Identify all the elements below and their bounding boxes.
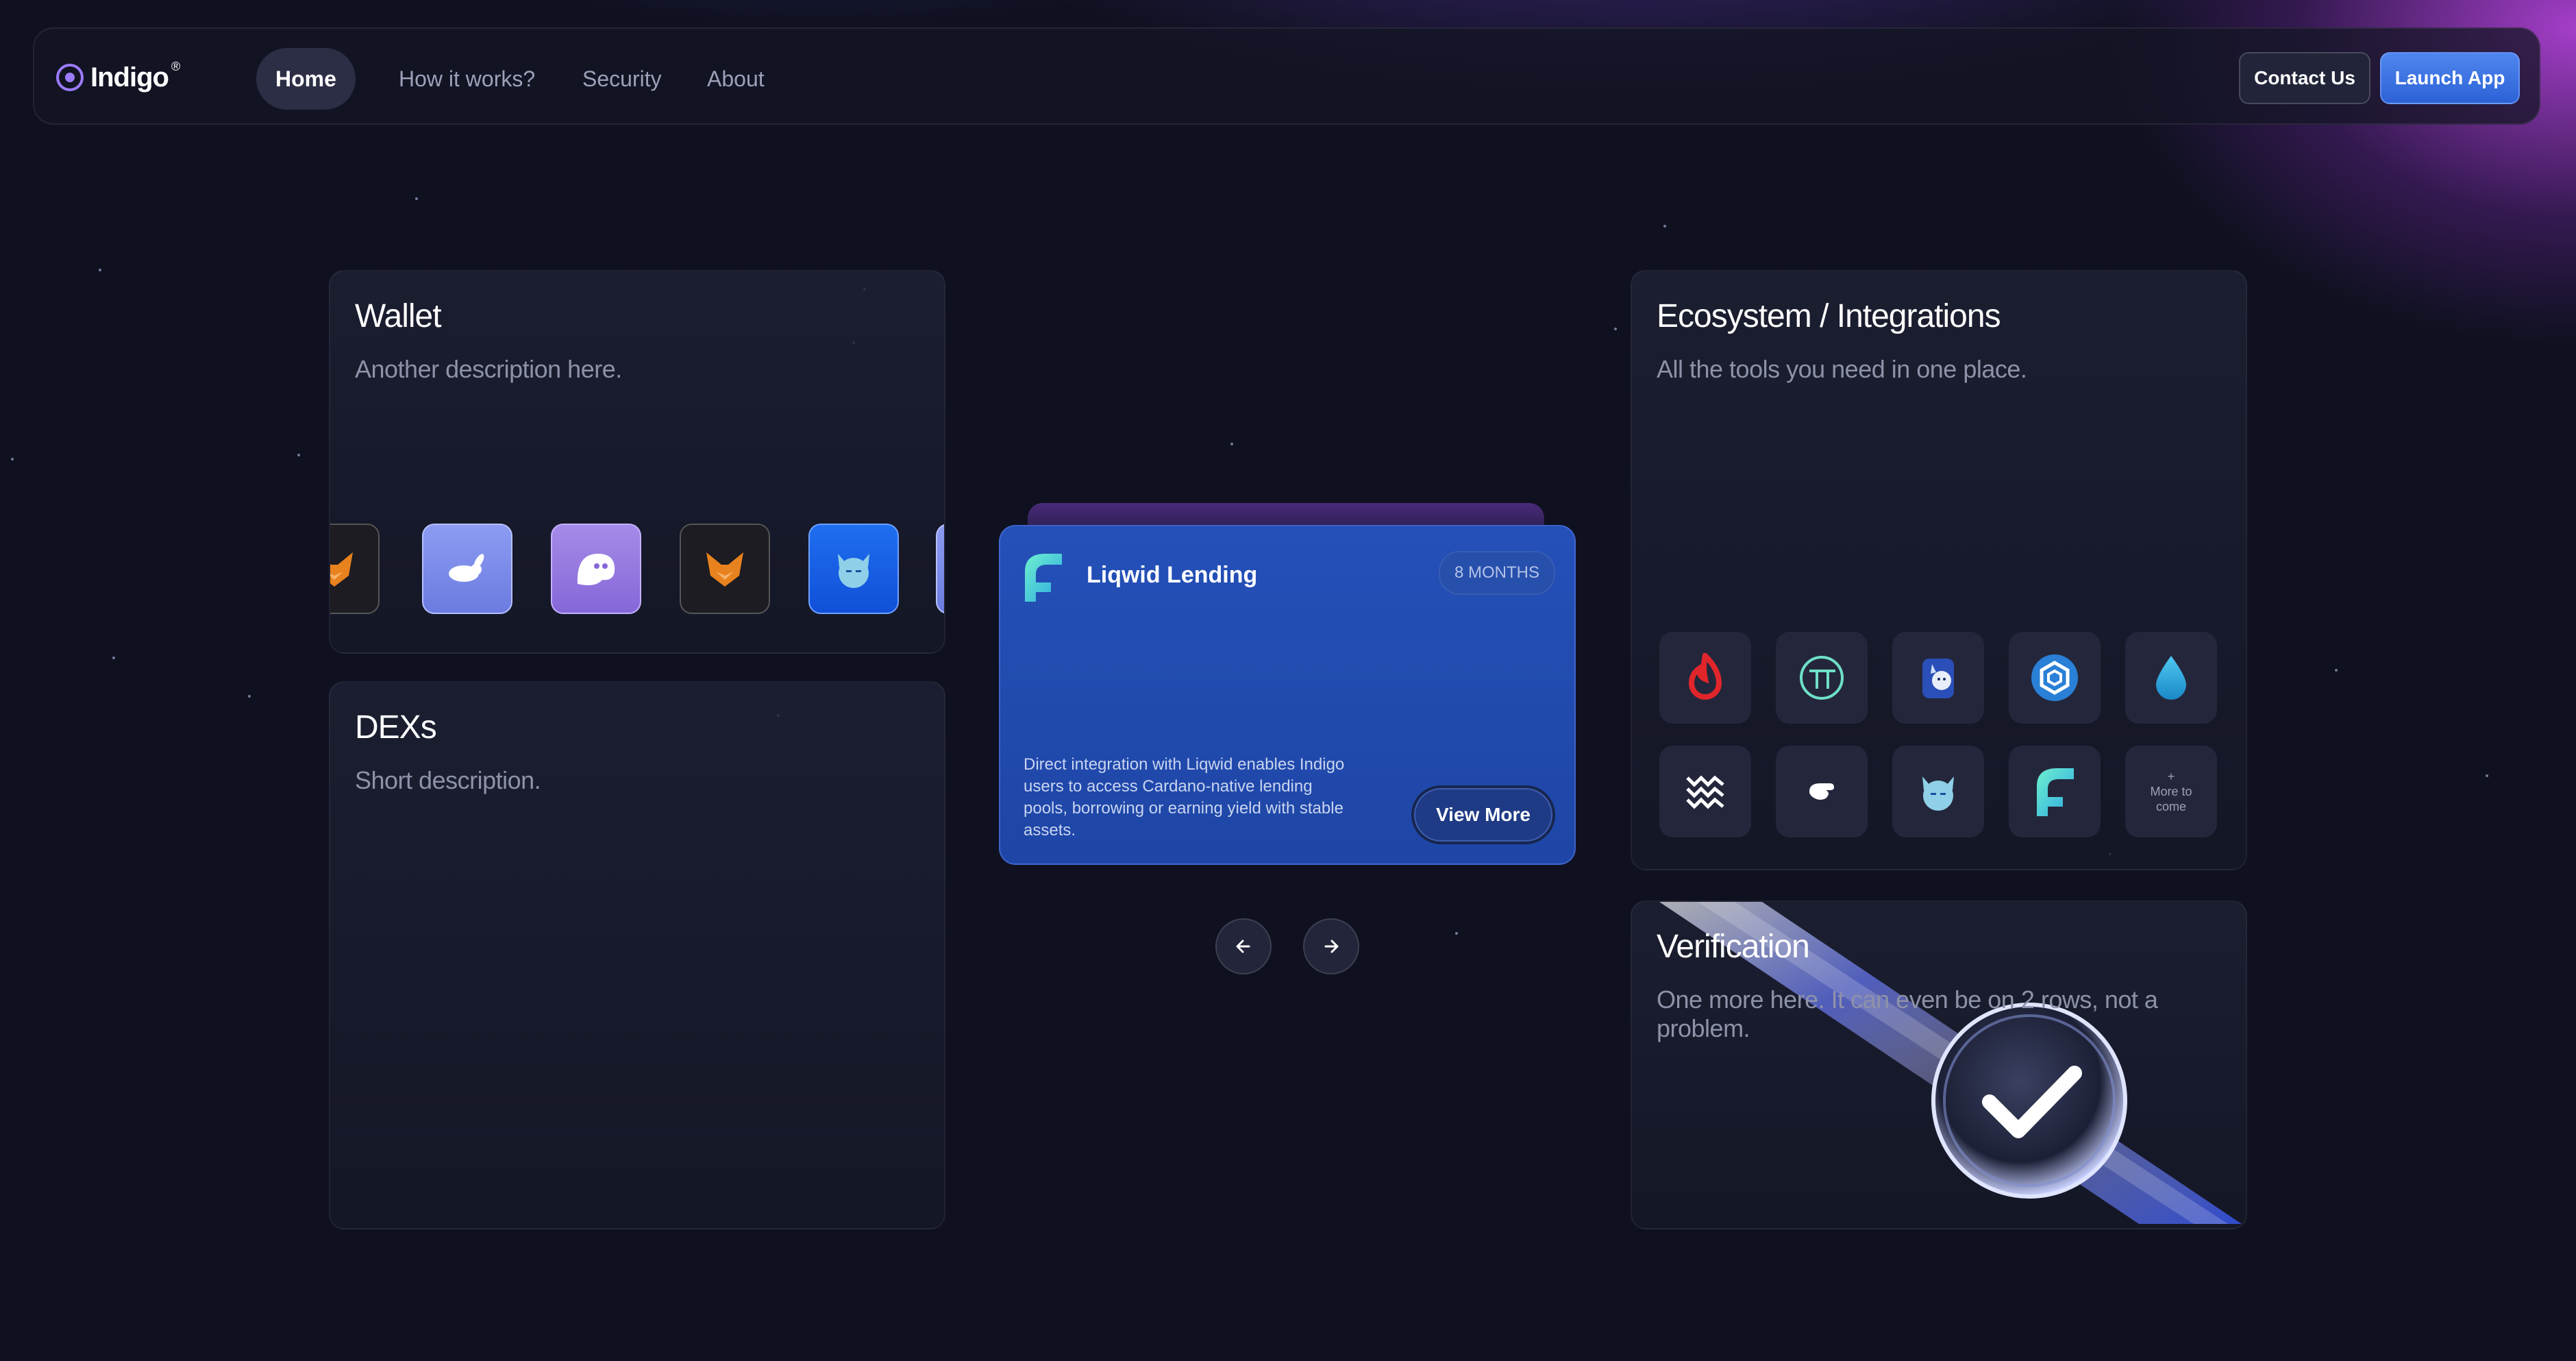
hexagon-icon bbox=[2031, 654, 2078, 701]
star bbox=[112, 657, 115, 659]
cat-icon bbox=[838, 554, 869, 588]
duration-badge: 8 MONTHS bbox=[1439, 551, 1555, 595]
contact-us-button[interactable]: Contact Us bbox=[2239, 52, 2370, 104]
nav-about[interactable]: About bbox=[707, 48, 765, 110]
verification-title: Verification bbox=[1657, 929, 1810, 965]
star bbox=[2486, 774, 2488, 777]
verification-description: One more here. It can even be on 2 rows,… bbox=[1657, 985, 2158, 1042]
liqwid-description: Direct integration with Liqwid enables I… bbox=[1024, 755, 1345, 839]
eco-tile[interactable] bbox=[2125, 632, 2217, 724]
carousel-next-button[interactable] bbox=[1303, 918, 1359, 974]
ghost-icon bbox=[577, 554, 615, 585]
dexs-card: DEXs Short description. bbox=[329, 681, 945, 1229]
cat-icon bbox=[1922, 776, 1954, 811]
star bbox=[99, 269, 101, 271]
hand-icon bbox=[1809, 783, 1834, 800]
dexs-title: DEXs bbox=[355, 709, 437, 746]
tt-icon bbox=[1800, 656, 1844, 700]
dog-icon bbox=[1922, 659, 1954, 698]
ecosystem-card: Ecosystem / Integrations All the tools y… bbox=[1631, 270, 2247, 870]
eco-tile[interactable] bbox=[1892, 746, 1984, 837]
carousel-prev-button[interactable] bbox=[1215, 918, 1272, 974]
wallet-tile[interactable] bbox=[330, 524, 380, 614]
star bbox=[297, 454, 300, 456]
star bbox=[248, 695, 251, 698]
waves-icon bbox=[1686, 775, 1724, 809]
fox-icon bbox=[330, 552, 353, 587]
star bbox=[1663, 225, 1666, 228]
eco-tile[interactable] bbox=[1892, 632, 1984, 724]
arrow-right-icon bbox=[1324, 940, 1339, 953]
drop-icon bbox=[2156, 656, 2186, 700]
wallet-description: Another description here. bbox=[355, 355, 622, 383]
more-to-come-label: More to come bbox=[2150, 785, 2192, 813]
wallet-title: Wallet bbox=[355, 298, 442, 334]
wallet-tile[interactable] bbox=[422, 524, 512, 614]
ecosystem-description: All the tools you need in one place. bbox=[1657, 355, 2027, 383]
star bbox=[11, 458, 14, 461]
ecosystem-title: Ecosystem / Integrations bbox=[1657, 298, 2001, 334]
logo-registered-mark: ® bbox=[171, 59, 181, 73]
liqwid-title: Liqwid Lending bbox=[1087, 562, 1258, 588]
flame-icon bbox=[1688, 653, 1722, 700]
top-nav: Indigo ® Home How it works? Security Abo… bbox=[33, 27, 2540, 125]
launch-app-button[interactable]: Launch App bbox=[2380, 52, 2520, 104]
wallet-tile[interactable] bbox=[680, 524, 770, 614]
wallet-tile[interactable] bbox=[808, 524, 899, 614]
star bbox=[1455, 932, 1458, 935]
rabbit-icon bbox=[449, 554, 484, 582]
eco-tile[interactable] bbox=[1659, 632, 1751, 724]
nav-how-it-works[interactable]: How it works? bbox=[399, 48, 535, 110]
logo-text: Indigo bbox=[90, 62, 169, 93]
wallet-tile[interactable] bbox=[551, 524, 641, 614]
liqwid-card[interactable]: Liqwid Lending 8 MONTHS Direct integrati… bbox=[999, 525, 1576, 865]
eco-tile[interactable] bbox=[1776, 746, 1868, 837]
star bbox=[415, 197, 418, 200]
verification-card: Verification One more here. It can even … bbox=[1631, 900, 2247, 1229]
liqwid-icon bbox=[1025, 554, 1062, 602]
wallet-card: Wallet Another description here. bbox=[329, 270, 945, 654]
nav-home[interactable]: Home bbox=[256, 48, 356, 110]
dexs-description: Short description. bbox=[355, 766, 541, 794]
nav-security[interactable]: Security bbox=[582, 48, 662, 110]
fox-icon bbox=[706, 552, 743, 587]
logo-icon bbox=[56, 64, 84, 91]
logo[interactable]: Indigo ® bbox=[56, 60, 184, 95]
arrow-left-icon bbox=[1236, 940, 1250, 953]
eco-tile[interactable] bbox=[1776, 632, 1868, 724]
more-plus: + bbox=[2167, 770, 2175, 783]
star bbox=[2335, 669, 2338, 672]
more-to-come-tile[interactable]: + More to come bbox=[2125, 746, 2217, 837]
eco-tile[interactable] bbox=[1659, 746, 1751, 837]
liqwid-icon bbox=[2037, 768, 2074, 816]
view-more-button[interactable]: View More bbox=[1411, 785, 1555, 844]
star bbox=[1614, 328, 1617, 330]
eco-tile[interactable] bbox=[2009, 746, 2101, 837]
wallet-tile[interactable] bbox=[936, 524, 944, 614]
star bbox=[1230, 443, 1233, 445]
eco-tile[interactable] bbox=[2009, 632, 2101, 724]
